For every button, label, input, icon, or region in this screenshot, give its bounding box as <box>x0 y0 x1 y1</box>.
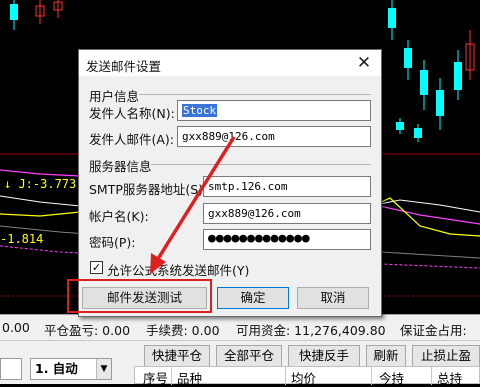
positions-table-header: 序号 品种 均价 今持 总持 <box>134 366 480 386</box>
close-icon[interactable]: ✕ <box>355 53 373 73</box>
quick-close-button[interactable]: 快捷平仓 <box>144 345 210 367</box>
ok-button[interactable]: 确定 <box>217 287 289 309</box>
server-info-group-label: 服务器信息 <box>89 159 152 174</box>
sender-name-input[interactable]: Stock <box>177 100 371 121</box>
dialog-titlebar: 发送邮件设置 ✕ <box>79 50 381 76</box>
status-margin: 保证金占用: <box>400 323 467 338</box>
column-header-avg-price: 均价 <box>291 371 317 386</box>
refresh-button[interactable]: 刷新 <box>366 345 406 367</box>
account-status-bar: 0.00 平仓盈亏: 0.00 手续费: 0.00 可用资金: 11,276,4… <box>0 314 480 340</box>
allow-email-label[interactable]: 允许公式系统发送邮件(Y) <box>107 260 249 279</box>
sender-email-label: 发件人邮件(A): <box>89 132 175 147</box>
allow-email-checkbox[interactable]: ✓ <box>90 261 103 274</box>
smtp-label: SMTP服务器地址(S): <box>89 182 208 197</box>
status-available-funds: 可用资金: 11,276,409.80 <box>236 323 386 338</box>
indicator-j-label: ↓ J:-3.773 <box>4 177 77 191</box>
smtp-server-input[interactable]: smtp.126.com <box>203 176 371 197</box>
side-tab[interactable] <box>0 358 22 380</box>
column-header-symbol: 品种 <box>177 371 203 386</box>
mode-select[interactable]: 1. 自动 ▼ <box>30 358 112 380</box>
checkmark-icon: ✓ <box>91 261 102 274</box>
cancel-button[interactable]: 取消 <box>297 287 369 309</box>
mode-select-value: 1. 自动 <box>35 361 78 376</box>
password-label: 密码(P): <box>89 235 136 250</box>
stop-loss-button[interactable]: 止损止盈 <box>412 345 480 367</box>
quick-reverse-button[interactable]: 快捷反手 <box>288 345 360 367</box>
status-fee: 手续费: 0.00 <box>146 323 220 338</box>
sender-name-label: 发件人名称(N): <box>89 106 175 121</box>
column-header-total-pos: 总持 <box>437 371 463 386</box>
account-input[interactable]: gxx889@126.com <box>203 203 371 224</box>
email-settings-dialog: 发送邮件设置 ✕ 用户信息 发件人名称(N): Stock 发件人邮件(A): … <box>78 49 382 317</box>
sender-email-input[interactable]: gxx889@126.com <box>177 126 371 147</box>
close-all-button[interactable]: 全部平仓 <box>216 345 282 367</box>
chevron-down-icon: ▼ <box>96 359 111 379</box>
sender-name-value: Stock <box>182 104 218 117</box>
dialog-title: 发送邮件设置 <box>86 59 162 74</box>
status-item-1: 0.00 <box>2 320 30 335</box>
column-header-no: 序号 <box>143 371 169 386</box>
highlight-box <box>67 279 212 313</box>
indicator-left-label: -1.814 <box>0 232 44 246</box>
status-closed-pnl: 平仓盈亏: 0.00 <box>44 323 131 338</box>
password-input[interactable]: ●●●●●●●●●●●●● <box>203 229 371 250</box>
column-header-today-pos: 今持 <box>379 371 405 386</box>
account-label: 帐户名(K): <box>89 209 149 224</box>
